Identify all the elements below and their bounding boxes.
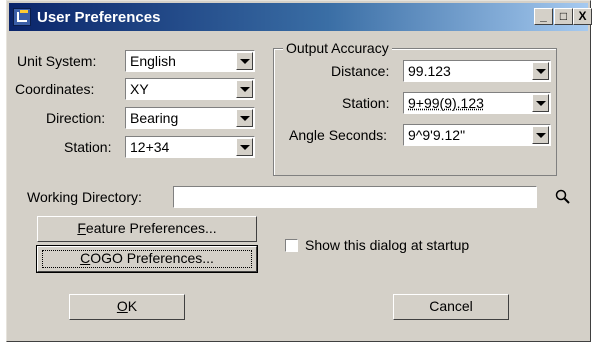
working-directory-input[interactable] — [173, 186, 537, 208]
focus-ring — [42, 250, 252, 268]
cancel-button[interactable]: Cancel — [393, 294, 509, 320]
startup-checkbox-label[interactable]: Show this dialog at startup — [305, 236, 469, 254]
search-icon[interactable] — [555, 189, 571, 205]
chevron-down-icon[interactable] — [532, 94, 549, 112]
angle-seconds-label: Angle Seconds: — [289, 127, 388, 143]
direction-label: Direction: — [46, 110, 106, 126]
feature-preferences-button[interactable]: Feature Preferences... — [37, 216, 257, 242]
startup-checkbox[interactable] — [285, 239, 298, 252]
user-preferences-dialog: User Preferences _ □ X Unit System: Engl… — [6, 0, 592, 342]
chevron-down-icon[interactable] — [236, 52, 253, 70]
angle-seconds-select[interactable]: 9^9'9.12" — [403, 124, 551, 146]
coordinates-select[interactable]: XY — [125, 78, 255, 100]
minimize-button[interactable]: _ — [534, 8, 553, 25]
station-value: 12+34 — [130, 139, 170, 155]
angle-seconds-value: 9^9'9.12" — [408, 127, 466, 143]
distance-label: Distance: — [331, 63, 390, 79]
accuracy-station-value: 9+99(9).123 — [408, 95, 484, 111]
unit-system-select[interactable]: English — [125, 50, 255, 72]
unit-system-label: Unit System: — [17, 53, 97, 69]
chevron-down-icon[interactable] — [236, 80, 253, 98]
app-icon — [13, 8, 31, 26]
close-button[interactable]: X — [573, 8, 592, 25]
station-label: Station: — [64, 139, 112, 155]
distance-value: 99.123 — [408, 63, 451, 79]
cogo-preferences-button[interactable]: COGO Preferences... — [36, 245, 258, 273]
unit-system-value: English — [130, 53, 176, 69]
chevron-down-icon[interactable] — [236, 138, 253, 156]
feature-mnemonic: F — [77, 220, 86, 236]
accuracy-station-label: Station: — [342, 95, 390, 111]
output-accuracy-title: Output Accuracy — [283, 39, 392, 57]
ok-mnemonic: O — [116, 298, 128, 314]
title-bar[interactable]: User Preferences _ □ X — [9, 3, 592, 31]
accuracy-station-select[interactable]: 9+99(9).123 — [403, 92, 551, 114]
window-title: User Preferences — [37, 9, 161, 26]
direction-value: Bearing — [130, 110, 179, 126]
feature-label-rest: eature Preferences... — [85, 220, 217, 236]
chevron-down-icon[interactable] — [532, 126, 549, 144]
maximize-button[interactable]: □ — [554, 8, 573, 25]
chevron-down-icon[interactable] — [236, 109, 253, 127]
ok-label-rest: K — [127, 298, 138, 314]
station-select[interactable]: 12+34 — [125, 136, 255, 158]
ok-button[interactable]: OK — [69, 294, 185, 320]
coordinates-value: XY — [130, 81, 149, 97]
coordinates-label: Coordinates: — [15, 81, 95, 97]
working-directory-label: Working Directory: — [27, 189, 142, 205]
distance-select[interactable]: 99.123 — [403, 60, 551, 82]
chevron-down-icon[interactable] — [532, 62, 549, 80]
direction-select[interactable]: Bearing — [125, 107, 255, 129]
